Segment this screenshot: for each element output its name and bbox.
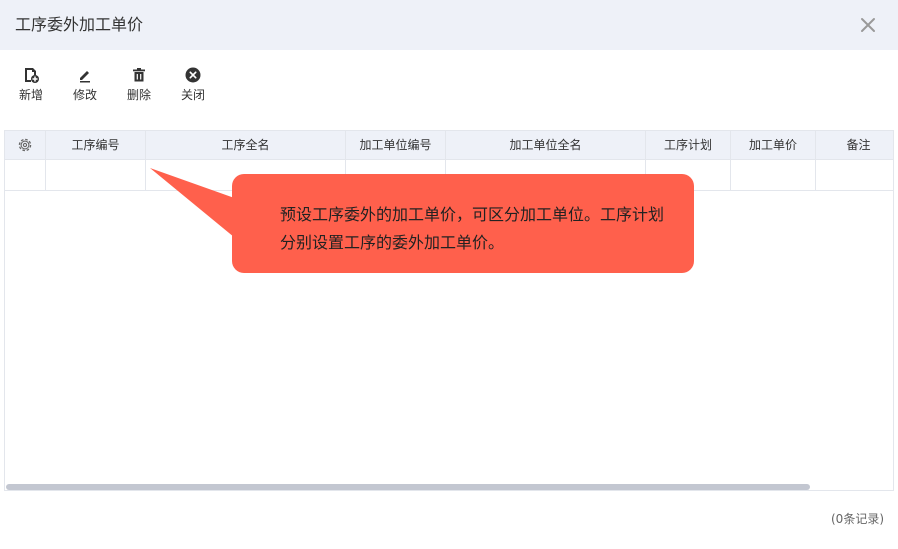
column-header-process-name[interactable]: 工序全名 <box>146 131 346 160</box>
record-count: (0条记录) <box>831 512 884 526</box>
toolbar: 新增 修改 删除 关闭 <box>0 64 898 108</box>
column-header-remark[interactable]: 备注 <box>816 131 893 160</box>
column-header-unit-code[interactable]: 加工单位编号 <box>346 131 446 160</box>
edit-label: 修改 <box>72 88 97 102</box>
table-cell[interactable] <box>731 160 816 190</box>
trash-icon <box>133 68 145 82</box>
tip-callout: 预设工序委外的加工单价，可区分加工单位。工序计划分别设置工序的委外加工单价。 <box>232 174 694 273</box>
column-header-process-code[interactable]: 工序编号 <box>46 131 146 160</box>
column-header-unit-name[interactable]: 加工单位全名 <box>446 131 646 160</box>
title-bar: 工序委外加工单价 <box>0 0 898 50</box>
column-header-process-plan[interactable]: 工序计划 <box>646 131 731 160</box>
close-circle-icon <box>185 67 201 83</box>
delete-label: 删除 <box>126 88 151 102</box>
table-cell[interactable] <box>46 160 146 190</box>
table-cell[interactable] <box>5 160 46 190</box>
delete-button[interactable]: 删除 <box>114 64 164 104</box>
add-label: 新增 <box>18 88 43 102</box>
add-icon <box>25 68 39 83</box>
window-title: 工序委外加工单价 <box>15 15 144 34</box>
grid-header: 工序编号 工序全名 加工单位编号 加工单位全名 工序计划 加工单价 备注 <box>5 131 893 160</box>
close-icon[interactable] <box>856 13 880 37</box>
close-label: 关闭 <box>180 88 205 102</box>
horizontal-scrollbar[interactable] <box>6 484 810 490</box>
edit-button[interactable]: 修改 <box>60 64 110 104</box>
table-cell[interactable] <box>816 160 893 190</box>
gear-icon <box>18 138 32 152</box>
close-button[interactable]: 关闭 <box>168 64 218 104</box>
tip-text: 预设工序委外的加工单价，可区分加工单位。工序计划分别设置工序的委外加工单价。 <box>280 205 665 252</box>
edit-icon <box>80 71 90 83</box>
column-header-unit-price[interactable]: 加工单价 <box>731 131 816 160</box>
add-button[interactable]: 新增 <box>6 64 56 104</box>
column-settings-button[interactable] <box>5 131 46 160</box>
